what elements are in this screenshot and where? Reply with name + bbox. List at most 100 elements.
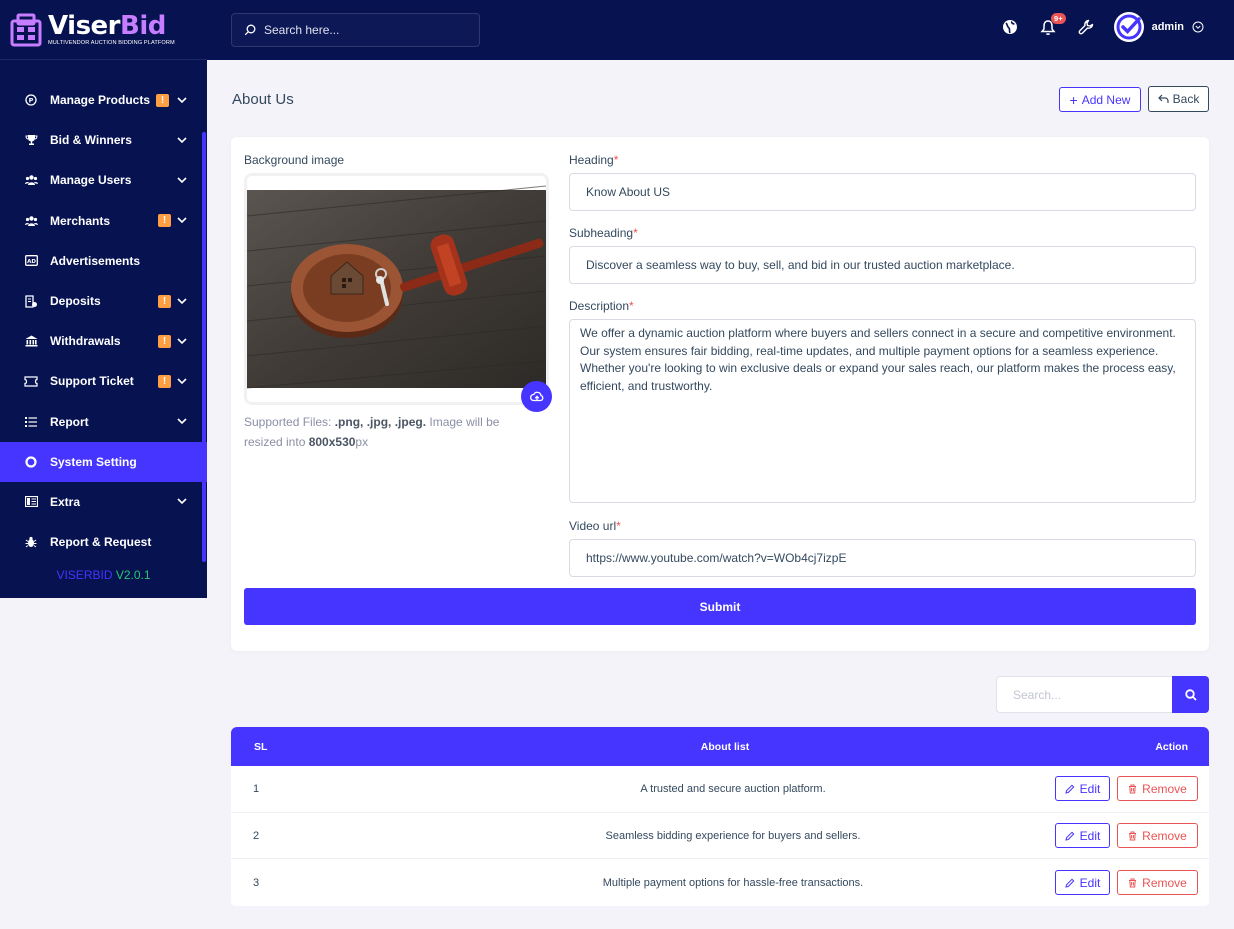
- sidebar-item-bid-winners[interactable]: Bid & Winners: [0, 120, 207, 160]
- svg-text:AD: AD: [27, 259, 36, 265]
- username: admin: [1151, 21, 1184, 33]
- notification-badge: 9+: [1051, 13, 1066, 24]
- sidebar-item-label: Report & Request: [50, 535, 152, 550]
- edit-button[interactable]: Edit: [1055, 776, 1110, 802]
- wrench-icon[interactable]: [1076, 17, 1096, 37]
- description-textarea[interactable]: We offer a dynamic auction platform wher…: [569, 319, 1196, 503]
- avatar: [1113, 12, 1144, 42]
- ad-icon: AD: [24, 254, 38, 268]
- row-about-text: Multiple payment options for hassle-free…: [602, 876, 864, 889]
- sidebar-item-merchants[interactable]: Merchants!: [0, 201, 207, 241]
- supported-files-note: Supported Files: .png, .jpg, .jpeg. Imag…: [244, 415, 500, 449]
- row-actions: Edit Remove: [1055, 870, 1209, 896]
- pencil-icon: [1064, 784, 1075, 794]
- chevron-down-icon: [177, 177, 187, 184]
- sidebar-item-withdrawals[interactable]: Withdrawals!: [0, 321, 207, 361]
- sidebar-item-label: Merchants: [50, 213, 111, 228]
- sidebar: ViserBid MULTIVENDOR AUCTION BIDDING PLA…: [0, 0, 207, 598]
- trash-icon: [1128, 784, 1137, 794]
- sidebar-item-extra[interactable]: Extra: [0, 482, 207, 522]
- heading-label: Heading*: [569, 153, 619, 167]
- page-title: About Us: [232, 91, 294, 108]
- video-url-input[interactable]: https://www.youtube.com/watch?v=WOb4cj7i…: [569, 539, 1196, 577]
- sidebar-item-manage-users[interactable]: Manage Users: [0, 160, 207, 200]
- remove-button[interactable]: Remove: [1117, 870, 1198, 896]
- top-search: [231, 13, 480, 47]
- video-url-label: Video url*: [569, 519, 621, 533]
- brand-logo[interactable]: ViserBid MULTIVENDOR AUCTION BIDDING PLA…: [0, 0, 207, 60]
- sidebar-item-support-ticket[interactable]: Support Ticket!: [0, 361, 207, 401]
- table-header: SL About list Action: [231, 727, 1209, 766]
- pencil-icon: [1064, 878, 1075, 888]
- sidebar-item-manage-products[interactable]: P Manage Products!: [0, 80, 207, 120]
- warning-badge-icon: !: [158, 334, 171, 348]
- globe-icon[interactable]: [1000, 17, 1020, 37]
- table-row: 1 A trusted and secure auction platform.…: [231, 766, 1209, 813]
- warning-badge-icon: !: [158, 374, 171, 388]
- bank-icon: [24, 334, 38, 348]
- background-image-preview[interactable]: [244, 173, 549, 405]
- back-button[interactable]: Back: [1148, 86, 1209, 112]
- sidebar-menu: P Manage Products! Bid & Winners Manage Use…: [0, 60, 207, 562]
- subheading-input[interactable]: Discover a seamless way to buy, sell, an…: [569, 246, 1196, 284]
- edit-button[interactable]: Edit: [1055, 870, 1110, 896]
- warning-badge-icon: !: [158, 214, 171, 228]
- sidebar-item-label: Withdrawals: [50, 334, 121, 349]
- plus-icon: +: [1069, 91, 1078, 108]
- column-header-about: About list: [700, 740, 750, 753]
- sidebar-item-label: Support Ticket: [50, 374, 134, 389]
- top-search-input[interactable]: [264, 23, 464, 37]
- sidebar-item-label: Deposits: [50, 294, 101, 309]
- row-actions: Edit Remove: [1055, 823, 1209, 849]
- chevron-down-icon: [177, 378, 187, 385]
- back-label: Back: [1172, 92, 1200, 106]
- row-sl: 3: [253, 876, 260, 889]
- edit-label: Edit: [1079, 781, 1101, 796]
- warning-badge-icon: !: [156, 93, 170, 107]
- sidebar-item-label: Manage Users: [50, 173, 132, 188]
- logo-mark-icon: [10, 13, 42, 46]
- cloud-upload-icon: [529, 391, 543, 401]
- sidebar-item-report[interactable]: Report: [0, 402, 207, 442]
- chevron-down-icon: [177, 338, 187, 345]
- row-sl: 1: [253, 782, 260, 795]
- sidebar-item-deposits[interactable]: Deposits!: [0, 281, 207, 321]
- list-icon: [24, 415, 38, 429]
- upload-image-button[interactable]: [521, 381, 552, 412]
- edit-label: Edit: [1079, 875, 1101, 890]
- server-icon: [24, 495, 38, 509]
- users-icon: [24, 173, 38, 187]
- row-about-text: Seamless bidding experience for buyers a…: [605, 829, 861, 842]
- list-search-button[interactable]: [1172, 676, 1209, 713]
- sidebar-item-report-request[interactable]: Report & Request: [0, 522, 207, 562]
- chevron-down-icon: [177, 97, 187, 104]
- sidebar-item-system-setting[interactable]: System Setting: [0, 441, 207, 482]
- add-new-label: Add New: [1081, 92, 1131, 107]
- warning-badge-icon: !: [158, 294, 171, 308]
- auction-gavel-image: [247, 176, 546, 402]
- svg-text:P: P: [29, 96, 34, 104]
- user-menu[interactable]: admin: [1113, 12, 1204, 42]
- list-search-input[interactable]: [996, 676, 1172, 713]
- submit-button[interactable]: Submit: [244, 588, 1196, 625]
- remove-button[interactable]: Remove: [1117, 776, 1198, 802]
- notification-bell-icon[interactable]: 9+: [1038, 13, 1066, 37]
- chevron-down-icon: [177, 418, 187, 425]
- deposit-icon: [24, 294, 38, 308]
- edit-button[interactable]: Edit: [1055, 823, 1110, 849]
- heading-input[interactable]: Know About US: [569, 173, 1196, 211]
- merchants-icon: [24, 214, 38, 228]
- table-body: 1 A trusted and secure auction platform.…: [231, 766, 1209, 906]
- version-label: VISERBID V2.0.1: [56, 568, 151, 583]
- search-icon: [244, 24, 256, 36]
- description-label: Description*: [569, 299, 634, 313]
- row-sl: 2: [253, 829, 260, 842]
- row-about-text: A trusted and secure auction platform.: [640, 782, 826, 795]
- sidebar-item-advertisements[interactable]: AD Advertisements: [0, 241, 207, 281]
- column-header-action: Action: [1155, 740, 1188, 753]
- sidebar-item-label: Advertisements: [50, 253, 141, 268]
- add-new-button[interactable]: + Add New: [1059, 87, 1141, 112]
- remove-button[interactable]: Remove: [1117, 823, 1198, 849]
- remove-label: Remove: [1142, 781, 1187, 796]
- sidebar-item-label: Report: [50, 414, 89, 429]
